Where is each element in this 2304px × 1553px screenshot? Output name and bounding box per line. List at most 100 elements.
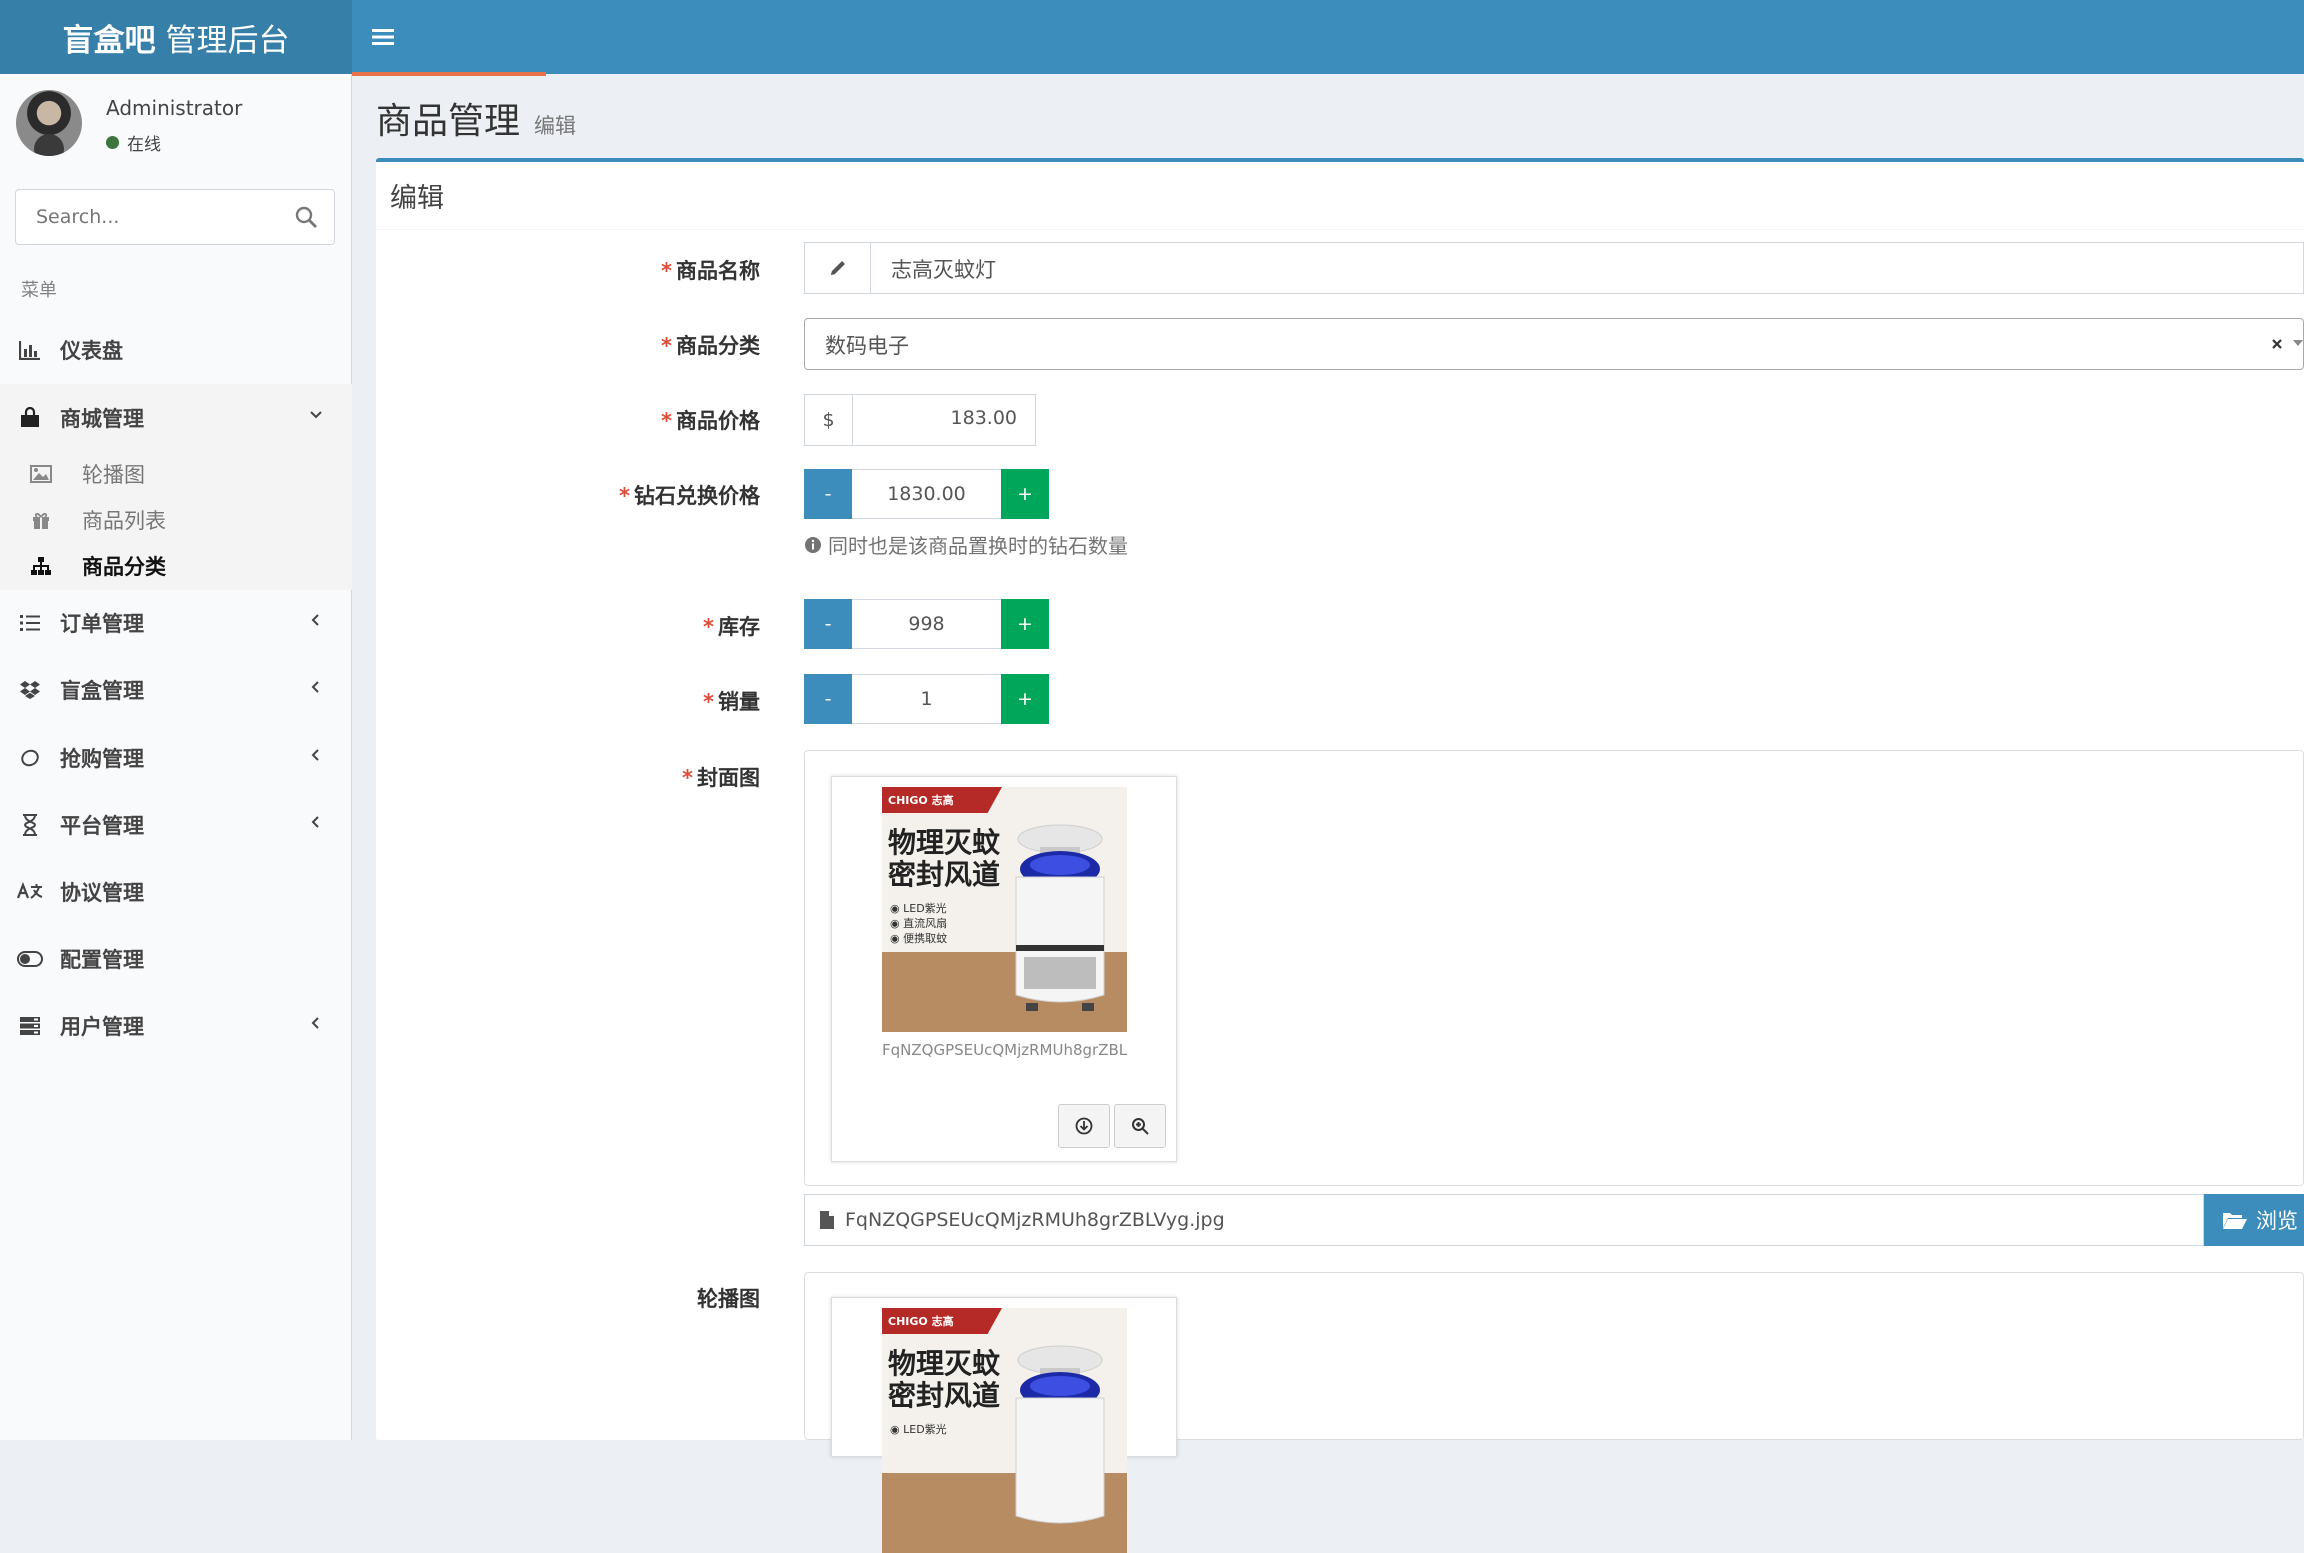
- sitemap-icon: [31, 557, 51, 575]
- page-title: 商品管理: [376, 101, 521, 142]
- page-header: 商品管理 编辑: [376, 92, 576, 144]
- sidebar: Administrator 在线 菜单 仪表盘 商城管理: [0, 74, 352, 1440]
- cover-filename: FqNZQGPSEUcQMjzRMUh8grZBLVyg.jpg: [845, 1209, 1225, 1231]
- pencil-icon: [830, 261, 845, 275]
- sidebar-item-mall[interactable]: 商城管理: [0, 388, 352, 448]
- language-icon: [17, 882, 43, 899]
- user-status-text: 在线: [127, 135, 161, 155]
- sidebar-item-platform[interactable]: 平台管理: [0, 795, 352, 855]
- sidebar-subitem-label: 商品列表: [82, 509, 166, 533]
- sidebar-item-dashboard[interactable]: 仪表盘: [0, 320, 352, 380]
- help-text: 同时也是该商品置换时的钻石数量: [828, 534, 1128, 558]
- stock-input[interactable]: 998: [852, 599, 1001, 649]
- poster-brand: CHIGO 志高: [882, 1308, 1002, 1334]
- sidebar-item-label: 订单管理: [60, 612, 144, 636]
- sidebar-item-label: 平台管理: [60, 814, 144, 838]
- diamond-plus-button[interactable]: +: [1001, 469, 1049, 519]
- zoom-button[interactable]: [1114, 1104, 1166, 1148]
- stock-minus-button[interactable]: -: [804, 599, 852, 649]
- sidebar-item-label: 配置管理: [60, 948, 144, 972]
- clear-selection-icon[interactable]: [2271, 338, 2283, 350]
- diamond-price-label: * 钻石兑换价格: [619, 484, 760, 508]
- product-name-input[interactable]: 志高灭蚊灯: [891, 254, 996, 284]
- sidebar-subitem-carousel[interactable]: 轮播图: [0, 453, 352, 495]
- browse-button[interactable]: 浏览: [2204, 1194, 2304, 1246]
- shopping-bag-icon: [21, 407, 39, 427]
- page-subtitle: 编辑: [534, 114, 577, 138]
- cover-thumbnail: CHIGO 志高 物理灭蚊 密封风道 ◉ LED紫光 ◉ 直流风扇 ◉ 便携取蚊 …: [831, 776, 1177, 1162]
- sidebar-search: [15, 189, 335, 245]
- sidebar-item-label: 商城管理: [60, 407, 144, 431]
- product-category-select[interactable]: 数码电子: [804, 318, 2304, 370]
- stock-plus-button[interactable]: +: [1001, 599, 1049, 649]
- product-price-label: * 商品价格: [661, 409, 760, 433]
- box-header: 编辑: [376, 162, 2304, 230]
- hourglass-icon: [23, 814, 37, 836]
- user-status: 在线: [106, 130, 161, 155]
- sidebar-item-agreement[interactable]: 协议管理: [0, 862, 352, 922]
- toggle-icon: [17, 951, 43, 967]
- diamond-minus-button[interactable]: -: [804, 469, 852, 519]
- sidebar-item-users[interactable]: 用户管理: [0, 996, 352, 1056]
- sidebar-item-label: 仪表盘: [60, 339, 123, 363]
- product-name-field: 志高灭蚊灯: [804, 242, 2304, 294]
- list-icon: [20, 615, 40, 631]
- online-dot-icon: [106, 136, 119, 149]
- sidebar-item-flash-sale[interactable]: 抢购管理: [0, 728, 352, 788]
- sidebar-item-label: 抢购管理: [60, 747, 144, 771]
- cover-caption: FqNZQGPSEUcQMjzRMUh8grZBL...: [882, 1041, 1127, 1059]
- chevron-left-icon: [311, 681, 319, 693]
- sales-minus-button[interactable]: -: [804, 674, 852, 724]
- sidebar-item-label: 协议管理: [60, 881, 144, 905]
- sales-plus-button[interactable]: +: [1001, 674, 1049, 724]
- product-price-field: $ 183.00: [804, 394, 1036, 446]
- sales-input[interactable]: 1: [852, 674, 1001, 724]
- cover-filename-field[interactable]: FqNZQGPSEUcQMjzRMUh8grZBLVyg.jpg: [804, 1194, 2204, 1246]
- product-category-label: * 商品分类: [661, 334, 760, 358]
- diamond-price-input[interactable]: 1830.00: [852, 469, 1001, 519]
- stock-stepper: - 998 +: [804, 599, 1050, 649]
- carousel-product-image: CHIGO 志高 物理灭蚊 密封风道 ◉ LED紫光: [882, 1308, 1127, 1553]
- diamond-help-text: 同时也是该商品置换时的钻石数量: [804, 530, 1128, 559]
- dropdown-arrow-icon[interactable]: [2293, 340, 2303, 348]
- search-input[interactable]: [16, 190, 266, 244]
- search-icon[interactable]: [294, 205, 318, 229]
- browse-label: 浏览: [2256, 1209, 2298, 1233]
- sidebar-item-orders[interactable]: 订单管理: [0, 593, 352, 653]
- top-header: 盲盒吧 管理后台: [0, 0, 2304, 74]
- carousel-label: 轮播图: [697, 1287, 760, 1311]
- pencil-addon: [805, 243, 871, 293]
- sidebar-subitem-category[interactable]: 商品分类: [0, 545, 352, 587]
- product-name-label: * 商品名称: [661, 259, 760, 283]
- sidebar-item-label: 用户管理: [60, 1015, 144, 1039]
- product-price-input[interactable]: 183.00: [951, 407, 1017, 429]
- poster-bullets: ◉ LED紫光 ◉ 直流风扇 ◉ 便携取蚊: [890, 902, 948, 945]
- sidebar-subitem-label: 轮播图: [82, 463, 145, 487]
- chevron-left-icon: [311, 749, 319, 761]
- logo-light-text: 管理后台: [165, 22, 290, 59]
- user-panel: Administrator 在线: [0, 74, 352, 174]
- poster-headline: 物理灭蚊 密封风道: [888, 1347, 1001, 1412]
- sidebar-item-blind-box[interactable]: 盲盒管理: [0, 660, 352, 720]
- app-logo[interactable]: 盲盒吧 管理后台: [0, 0, 352, 74]
- avatar: [16, 90, 82, 156]
- bar-chart-icon: [19, 341, 40, 360]
- poster-brand: CHIGO 志高: [882, 787, 1002, 813]
- poster-bullets: ◉ LED紫光: [890, 1423, 947, 1436]
- chevron-left-icon: [311, 614, 319, 626]
- sidebar-item-label: 盲盒管理: [60, 679, 144, 703]
- lemon-icon: [21, 749, 39, 767]
- chevron-down-icon: [310, 411, 322, 419]
- sidebar-subitem-label: 商品分类: [82, 555, 166, 579]
- carousel-thumbnail: CHIGO 志高 物理灭蚊 密封风道 ◉ LED紫光: [831, 1297, 1177, 1553]
- sidebar-toggle-button[interactable]: [352, 0, 414, 74]
- bars-icon: [372, 29, 394, 45]
- download-button[interactable]: [1058, 1104, 1110, 1148]
- diamond-price-stepper: - 1830.00 +: [804, 469, 1050, 519]
- sidebar-subitem-product-list[interactable]: 商品列表: [0, 499, 352, 541]
- image-icon: [30, 465, 52, 483]
- download-icon: [1075, 1117, 1093, 1135]
- sidebar-item-config[interactable]: 配置管理: [0, 929, 352, 989]
- folder-open-icon: [2223, 1213, 2247, 1229]
- chevron-left-icon: [311, 816, 319, 828]
